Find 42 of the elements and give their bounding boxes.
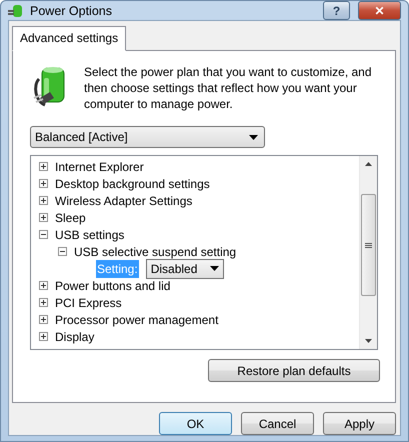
expand-icon[interactable]: [39, 298, 48, 307]
tab[interactable]: Advanced settings: [12, 26, 126, 51]
close-button[interactable]: ✕: [358, 1, 401, 20]
caret-icon: [249, 134, 258, 140]
battery-plug-icon: [8, 2, 24, 18]
dropdown-value: Balanced [Active]: [35, 130, 128, 144]
dropdown-value: Disabled: [150, 262, 198, 276]
collapse-icon[interactable]: [58, 247, 67, 256]
tree-item[interactable]: Sleep: [55, 210, 86, 224]
caret-icon: [210, 266, 219, 271]
expand-icon[interactable]: [39, 213, 48, 222]
collapse-icon[interactable]: [39, 230, 48, 239]
expand-icon[interactable]: [39, 179, 48, 188]
plan-dropdown[interactable]: Balanced [Active]: [30, 126, 265, 148]
help-button[interactable]: ?: [323, 1, 350, 20]
dialog-button[interactable]: OK: [159, 412, 232, 435]
grip-icon: [365, 242, 372, 248]
scrollbar[interactable]: [359, 156, 377, 349]
tree-item[interactable]: USB selective suspend setting: [74, 244, 236, 258]
tree-item[interactable]: Power buttons and lid: [55, 278, 170, 292]
dialog-button[interactable]: Apply: [323, 412, 396, 435]
tree-item[interactable]: USB settings: [55, 228, 124, 242]
tree-item[interactable]: PCI Express: [55, 296, 122, 310]
window-title: Power Options: [30, 4, 113, 18]
intro-text: Select the power plan that you want to customize, and then choose settings that reflect how you want your computer to manage power.: [84, 64, 373, 112]
restore-defaults-button[interactable]: Restore plan defaults: [208, 359, 380, 382]
expand-icon[interactable]: [39, 315, 48, 324]
expand-icon[interactable]: [39, 281, 48, 290]
tree-item[interactable]: Display: [55, 330, 94, 344]
scroll-down-icon[interactable]: [365, 339, 372, 343]
setting-label: Setting:: [96, 260, 139, 278]
tree-item[interactable]: Internet Explorer: [55, 160, 144, 174]
tree-item[interactable]: Desktop background settings: [55, 176, 210, 190]
tree-item[interactable]: Processor power management: [55, 312, 218, 326]
setting-dropdown[interactable]: Disabled: [146, 258, 224, 278]
expand-icon[interactable]: [39, 196, 48, 205]
expand-icon[interactable]: [39, 332, 48, 341]
dialog-button[interactable]: Cancel: [241, 412, 314, 435]
tree-item[interactable]: Wireless Adapter Settings: [55, 194, 192, 208]
scroll-thumb[interactable]: [361, 194, 376, 296]
expand-icon[interactable]: [39, 162, 48, 171]
scroll-up-icon[interactable]: [365, 162, 372, 166]
